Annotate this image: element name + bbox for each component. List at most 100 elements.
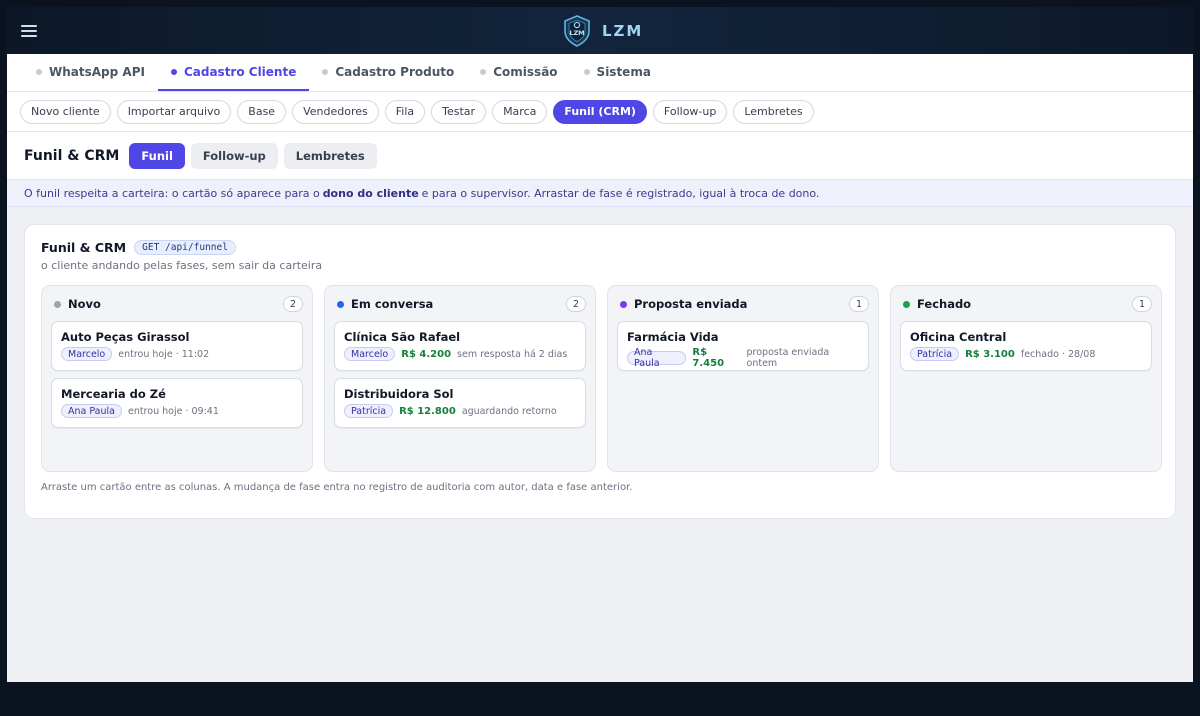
column-count-badge: 1 — [1132, 296, 1152, 312]
panel-title: Funil & CRM — [41, 240, 127, 255]
column-count-badge: 1 — [849, 296, 869, 312]
tab-whatsapp-api[interactable]: WhatsApp API — [23, 54, 158, 91]
card-note: aguardando retorno — [461, 405, 557, 417]
card-meta: Patrícia R$ 12.800 aguardando retorno — [344, 404, 576, 418]
toggle-lembretes[interactable]: Lembretes — [283, 142, 377, 169]
deal-card[interactable]: Oficina Central Patrícia R$ 3.100 fechado ·… — [900, 321, 1152, 371]
top-bar: LZM LZM — [7, 7, 1193, 54]
card-meta: Ana Paula entrou hoje · 09:41 — [61, 404, 293, 418]
column-name: Fechado — [917, 297, 972, 311]
stage-dot-icon — [337, 300, 344, 308]
subtab-base[interactable]: Base — [237, 99, 287, 124]
subtab-funil-crm[interactable]: Funil (CRM) — [553, 99, 647, 124]
tab-label: WhatsApp API — [49, 64, 145, 79]
subtab-novo-cliente[interactable]: Novo cliente — [20, 99, 111, 124]
subtab-fila[interactable]: Fila — [384, 99, 426, 124]
column-header: Fechado 1 — [900, 295, 1152, 313]
tab-dot-icon — [583, 68, 590, 75]
tab-dot-icon — [170, 68, 177, 75]
toggle-funil[interactable]: Funil — [129, 142, 185, 169]
subtab-marca[interactable]: Marca — [492, 99, 548, 124]
tab-cadastro-produto[interactable]: Cadastro Produto — [309, 54, 467, 91]
tab-label: Sistema — [596, 64, 651, 79]
deal-card[interactable]: Clínica São Rafael Marcelo R$ 4.200 sem res… — [334, 321, 586, 371]
tab-dot-icon — [322, 68, 329, 75]
owner-badge: Ana Paula — [61, 404, 122, 418]
owner-badge: Marcelo — [344, 347, 396, 361]
subtab-lembretes[interactable]: Lembretes — [733, 99, 814, 124]
deal-card[interactable]: Distribuidora Sol Patrícia R$ 12.800 aguard… — [334, 378, 586, 428]
brand[interactable]: LZM LZM — [560, 14, 643, 48]
stage-dot-icon — [903, 300, 910, 308]
section-header: Funil & CRM Funil Follow-up Lembretes — [7, 132, 1193, 179]
info-notice: O funil respeita a carteira: o cartão só… — [7, 179, 1193, 207]
main-tabs: WhatsApp API Cadastro Cliente Cadastro Pro… — [7, 54, 1193, 92]
subtab-importar-arquivo[interactable]: Importar arquivo — [116, 99, 232, 124]
card-meta: Ana Paula R$ 7.450 proposta enviada ontem — [627, 347, 859, 369]
column-header: Novo 2 — [51, 295, 303, 313]
tab-dot-icon — [36, 68, 42, 75]
shield-logo-icon: LZM — [564, 15, 590, 47]
card-note: fechado · 28/08 — [1020, 348, 1096, 360]
card-title: Distribuidora Sol — [344, 387, 454, 401]
panel-subtitle: o cliente andando pelas fases, sem sair … — [41, 259, 323, 272]
card-meta: Patrícia R$ 3.100 fechado · 28/08 — [910, 347, 1142, 361]
column-header: Em conversa 2 — [334, 295, 586, 313]
card-note: proposta enviada ontem — [746, 347, 830, 369]
brand-name: LZM — [602, 22, 644, 40]
toggle-follow-up[interactable]: Follow-up — [190, 142, 278, 169]
stage-dot-icon — [620, 300, 627, 308]
card-title: Farmácia Vida — [627, 330, 719, 344]
tab-cadastro-cliente[interactable]: Cadastro Cliente — [157, 54, 310, 91]
column-proposta-enviada: Proposta enviada 1 Farmácia Vida Ana Paula R… — [607, 285, 879, 472]
owner-badge: Marcelo — [61, 347, 113, 361]
column-fechado: Fechado 1 Oficina Central Patrícia R$ 3.100 f… — [890, 285, 1162, 472]
card-note: sem resposta há 2 dias — [457, 348, 568, 360]
funnel-panel: Funil & CRM GET /api/funnel o cliente an… — [24, 224, 1176, 519]
tab-dot-icon — [480, 68, 487, 75]
column-name: Em conversa — [351, 297, 434, 311]
kanban-board: Novo 2 Auto Peças Girassol Marcelo entrou ho… — [41, 285, 1162, 472]
tab-sistema[interactable]: Sistema — [571, 54, 664, 91]
panel-footer: Arraste um cartão entre as colunas. A mu… — [41, 482, 633, 493]
app-window: LZM LZM WhatsApp API Cadastro Cliente Cada… — [7, 7, 1193, 682]
deal-amount: R$ 12.800 — [399, 405, 456, 417]
deal-card[interactable]: Farmácia Vida Ana Paula R$ 7.450 proposta e… — [617, 321, 869, 371]
subtab-follow-up[interactable]: Follow-up — [652, 99, 728, 124]
column-count-badge: 2 — [283, 296, 303, 312]
notice-text-end: e para o supervisor. Arrastar de fase é … — [421, 186, 820, 200]
menu-icon[interactable] — [21, 21, 37, 41]
deal-card[interactable]: Auto Peças Girassol Marcelo entrou hoje · … — [51, 321, 303, 371]
deal-card[interactable]: Mercearia do Zé Ana Paula entrou hoje · 09… — [51, 378, 303, 428]
card-note: entrou hoje · 09:41 — [127, 405, 219, 417]
sub-tabs: Novo cliente Importar arquivo Base Vendedor… — [7, 92, 1193, 132]
endpoint-badge: GET /api/funnel — [134, 240, 236, 255]
subtab-testar[interactable]: Testar — [431, 99, 487, 124]
tab-label: Comissão — [493, 64, 558, 79]
deal-amount: R$ 4.200 — [401, 348, 452, 360]
card-title: Mercearia do Zé — [61, 387, 166, 401]
stage-dot-icon — [54, 300, 61, 308]
card-title: Clínica São Rafael — [344, 330, 461, 344]
owner-badge: Ana Paula — [627, 347, 687, 369]
panel-header: Funil & CRM GET /api/funnel — [41, 240, 236, 255]
notice-bold: dono do cliente — [322, 186, 419, 200]
column-novo: Novo 2 Auto Peças Girassol Marcelo entrou ho… — [41, 285, 313, 472]
card-meta: Marcelo R$ 4.200 sem resposta há 2 dias — [344, 347, 576, 361]
column-header: Proposta enviada 1 — [617, 295, 869, 313]
section-title: Funil & CRM — [24, 147, 120, 164]
tab-label: Cadastro Cliente — [183, 64, 297, 79]
notice-text: O funil respeita a carteira: o cartão só… — [24, 186, 320, 200]
column-em-conversa: Em conversa 2 Clínica São Rafael Marcelo R$ … — [324, 285, 596, 472]
card-note: entrou hoje · 11:02 — [118, 348, 210, 360]
card-meta: Marcelo entrou hoje · 11:02 — [61, 347, 293, 361]
owner-badge: Patrícia — [344, 404, 394, 418]
svg-text:LZM: LZM — [569, 29, 584, 37]
deal-amount: R$ 7.450 — [692, 347, 725, 369]
column-name: Proposta enviada — [634, 297, 748, 311]
tab-label: Cadastro Produto — [335, 64, 455, 79]
owner-badge: Patrícia — [910, 347, 960, 361]
tab-comissao[interactable]: Comissão — [467, 54, 570, 91]
subtab-vendedores[interactable]: Vendedores — [292, 99, 379, 124]
card-title: Oficina Central — [910, 330, 1007, 344]
